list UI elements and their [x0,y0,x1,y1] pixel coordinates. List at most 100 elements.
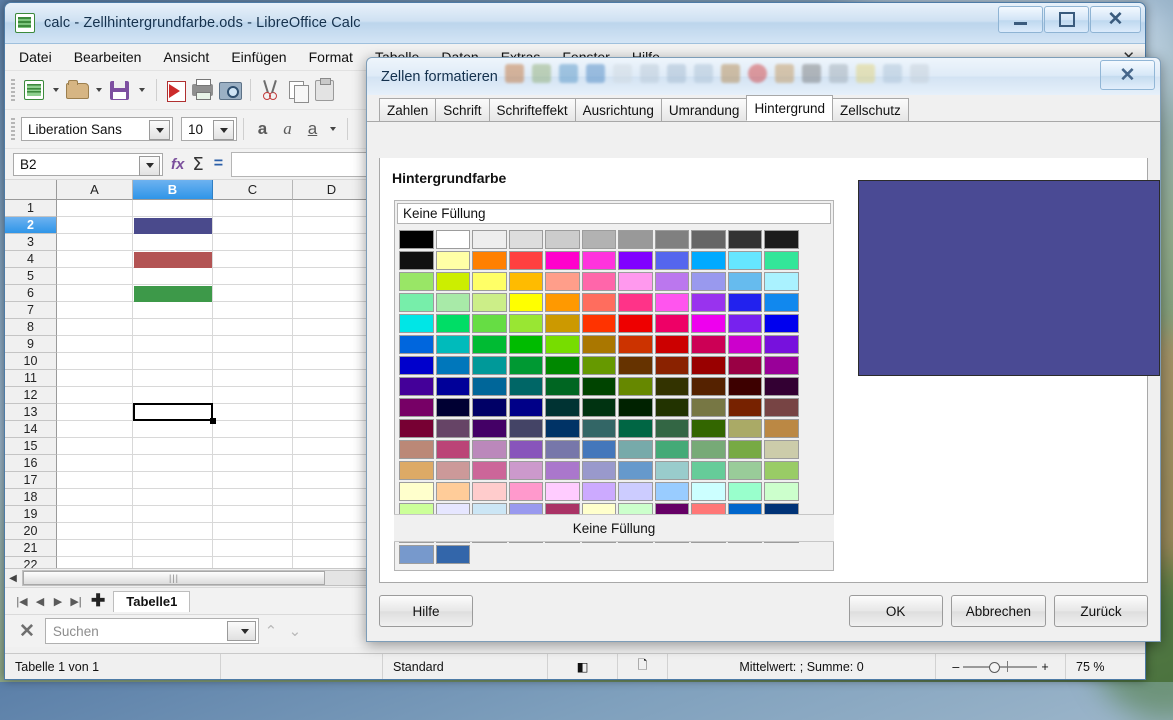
color-swatch[interactable] [509,251,544,270]
cell-C17[interactable] [213,472,293,489]
color-swatch[interactable] [509,356,544,375]
cell-A8[interactable] [57,319,133,336]
color-swatch[interactable] [655,251,690,270]
cell-C16[interactable] [213,455,293,472]
color-swatch[interactable] [436,545,471,564]
color-swatch[interactable] [655,272,690,291]
color-swatch[interactable] [728,398,763,417]
cell-D5[interactable] [293,268,371,285]
cell-C19[interactable] [213,506,293,523]
color-swatch[interactable] [582,440,617,459]
cell-C5[interactable] [213,268,293,285]
color-swatch[interactable] [472,482,507,501]
cell-C8[interactable] [213,319,293,336]
font-size-input[interactable]: 10 [181,117,237,141]
select-all-corner[interactable] [5,180,57,200]
color-swatch[interactable] [472,356,507,375]
color-swatch[interactable] [764,272,799,291]
color-swatch[interactable] [618,461,653,480]
cell-A13[interactable] [57,404,133,421]
ok-button[interactable]: OK [849,595,943,627]
cell-D20[interactable] [293,523,371,540]
color-swatch[interactable] [472,377,507,396]
zoom-knob[interactable] [989,662,1000,673]
cell-A16[interactable] [57,455,133,472]
color-swatch[interactable] [399,314,434,333]
row-header-2[interactable]: 2 [5,217,57,234]
cell-D6[interactable] [293,285,371,302]
row-header-6[interactable]: 6 [5,285,57,302]
color-swatch[interactable] [436,356,471,375]
cell-A14[interactable] [57,421,133,438]
color-swatch[interactable] [618,482,653,501]
cell-A15[interactable] [57,438,133,455]
color-swatch[interactable] [728,272,763,291]
color-swatch[interactable] [436,419,471,438]
color-swatch[interactable] [582,398,617,417]
color-swatch[interactable] [399,293,434,312]
cell-A22[interactable] [57,557,133,568]
color-swatch[interactable] [655,398,690,417]
color-swatch[interactable] [655,482,690,501]
selection-mode-icon[interactable]: ◧ [548,654,618,679]
color-swatch[interactable] [472,314,507,333]
back-button[interactable]: Zurück [1054,595,1148,627]
cell-A11[interactable] [57,370,133,387]
row-header-10[interactable]: 10 [5,353,57,370]
cell-D19[interactable] [293,506,371,523]
cell-B20[interactable] [133,523,213,540]
color-swatch[interactable] [618,377,653,396]
color-swatch[interactable] [472,419,507,438]
print-preview-icon[interactable] [217,77,243,103]
color-swatch[interactable] [655,230,690,249]
color-swatch[interactable] [509,461,544,480]
scroll-left-icon[interactable]: ◀ [5,570,21,586]
color-swatch[interactable] [472,461,507,480]
color-swatch[interactable] [545,272,580,291]
color-swatch[interactable] [472,272,507,291]
cell-D16[interactable] [293,455,371,472]
cell-D8[interactable] [293,319,371,336]
color-swatch[interactable] [399,356,434,375]
cell-C1[interactable] [213,200,293,217]
cell-B19[interactable] [133,506,213,523]
color-swatch[interactable] [728,335,763,354]
find-previous-icon[interactable]: ⌃ [259,619,283,643]
cell-C14[interactable] [213,421,293,438]
color-swatch[interactable] [545,482,580,501]
color-swatch[interactable] [655,461,690,480]
cell-D21[interactable] [293,540,371,557]
tab-schrifteffekt[interactable]: Schrifteffekt [489,98,576,121]
cell-B16[interactable] [133,455,213,472]
color-swatch[interactable] [509,419,544,438]
italic-button[interactable]: a [275,117,300,142]
color-swatch[interactable] [764,482,799,501]
color-swatch[interactable] [691,251,726,270]
save-dropdown-icon[interactable] [139,88,145,92]
cell-B8[interactable] [133,319,213,336]
color-swatch[interactable] [691,293,726,312]
save-document-icon[interactable] [107,77,133,103]
color-swatch[interactable] [509,293,544,312]
filled-cell-b4[interactable] [134,252,212,268]
maximize-button[interactable] [1044,6,1089,33]
cell-C4[interactable] [213,251,293,268]
cell-cursor-b2[interactable] [133,403,213,421]
color-swatch[interactable] [728,461,763,480]
color-swatch[interactable] [655,440,690,459]
function-wizard-icon[interactable]: fx [171,156,184,173]
color-swatch[interactable] [728,356,763,375]
cell-B9[interactable] [133,336,213,353]
color-swatch[interactable] [691,314,726,333]
color-swatch[interactable] [436,293,471,312]
color-swatch[interactable] [509,398,544,417]
color-swatch[interactable] [509,272,544,291]
cell-B10[interactable] [133,353,213,370]
cell-C13[interactable] [213,404,293,421]
color-swatch[interactable] [655,293,690,312]
cell-D17[interactable] [293,472,371,489]
color-swatch[interactable] [618,293,653,312]
tab-hintergrund[interactable]: Hintergrund [746,95,833,121]
tab-umrandung[interactable]: Umrandung [661,98,748,121]
row-header-8[interactable]: 8 [5,319,57,336]
